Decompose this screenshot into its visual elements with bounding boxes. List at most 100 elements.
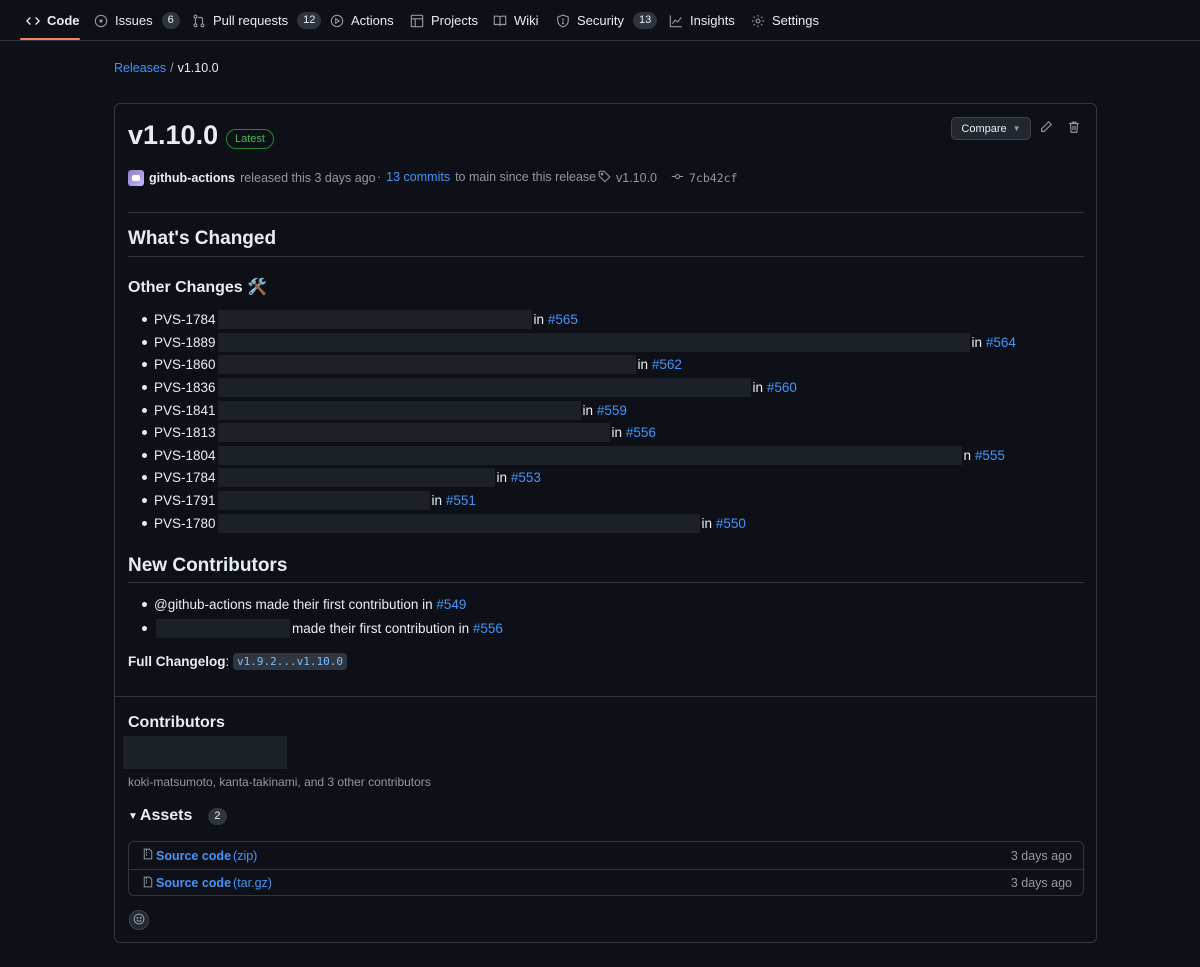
redacted-text [217, 401, 581, 420]
list-item: PVS-1784 in #565 [142, 310, 578, 329]
divider [128, 212, 1084, 213]
trash-icon [1067, 120, 1081, 137]
pr-link[interactable]: #549 [436, 597, 466, 612]
pr-link[interactable]: #560 [767, 380, 797, 395]
whats-changed-heading: What's Changed [128, 228, 277, 249]
release-commit[interactable]: 7cb42cf [671, 170, 737, 186]
breadcrumb-current: v1.10.0 [177, 61, 219, 75]
contributors-summary: koki-matsumoto, kanta-takinami, and 3 ot… [128, 775, 431, 789]
list-item: PVS-1813 in #556 [142, 423, 656, 442]
file-zip-icon [142, 848, 154, 863]
compare-button[interactable]: Compare ▼ [951, 117, 1031, 140]
add-reaction-button[interactable] [129, 910, 149, 930]
tab-insights[interactable]: Insights [669, 0, 735, 41]
gear-icon [751, 14, 765, 28]
other-changes-heading: Other Changes 🛠️ [128, 279, 268, 296]
assets-list: Source code (zip) 3 days ago Source code… [128, 841, 1084, 896]
redacted-text [156, 619, 290, 638]
pulls-counter: 12 [297, 12, 322, 29]
latest-badge: Latest [226, 129, 274, 149]
book-icon [493, 14, 507, 28]
tab-settings[interactable]: Settings [751, 0, 819, 41]
repo-nav: Code Issues 6 Pull requests 12 Actions P… [0, 0, 1200, 41]
list-item: PVS-1804 n #555 [142, 446, 1005, 465]
pr-link[interactable]: #564 [986, 335, 1016, 350]
pr-link[interactable]: #556 [626, 425, 656, 440]
pr-link[interactable]: #555 [975, 448, 1005, 463]
contributors-heading: Contributors [128, 714, 225, 731]
security-counter: 13 [632, 12, 658, 29]
asset-row[interactable]: Source code (tar.gz) 3 days ago [129, 869, 1083, 896]
list-item: PVS-1784 in #553 [142, 468, 541, 487]
asset-row[interactable]: Source code (zip) 3 days ago [129, 842, 1083, 869]
graph-icon [669, 14, 683, 28]
avatar[interactable] [128, 170, 144, 186]
tab-security[interactable]: Security 13 [556, 0, 658, 41]
redacted-text [217, 491, 430, 510]
full-changelog-link[interactable]: v1.9.2...v1.10.0 [233, 653, 347, 670]
divider [128, 256, 1084, 257]
chevron-down-icon: ▼ [1012, 124, 1021, 133]
divider [115, 696, 1096, 697]
list-item: PVS-1780 in #550 [142, 514, 746, 533]
play-icon [330, 14, 344, 28]
asset-date: 3 days ago [1010, 848, 1072, 863]
edit-release-button[interactable] [1038, 120, 1054, 136]
code-icon [26, 14, 40, 28]
tab-pull-requests[interactable]: Pull requests 12 [192, 0, 322, 41]
list-item: PVS-1791 in #551 [142, 491, 476, 510]
pr-link[interactable]: #565 [548, 312, 578, 327]
smiley-icon [133, 913, 145, 928]
pr-link[interactable]: #553 [511, 470, 541, 485]
assets-toggle[interactable]: ▼ Assets 2 [128, 807, 227, 825]
shield-icon [556, 13, 570, 28]
release-author[interactable]: github-actions [149, 171, 235, 185]
breadcrumb-releases-link[interactable]: Releases [114, 61, 166, 75]
release-card: v1.10.0 Latest Compare ▼ github-actions … [114, 103, 1097, 943]
asset-date: 3 days ago [1010, 876, 1072, 890]
redacted-text [217, 468, 495, 487]
pr-link[interactable]: #556 [473, 621, 503, 636]
tab-projects[interactable]: Projects [410, 0, 478, 41]
asset-name[interactable]: Source code [156, 876, 231, 890]
delete-release-button[interactable] [1066, 120, 1082, 136]
tab-actions[interactable]: Actions [330, 0, 394, 41]
redacted-text [217, 514, 700, 533]
git-commit-icon [671, 170, 684, 186]
issues-counter: 6 [161, 12, 180, 29]
issue-opened-icon [94, 14, 108, 28]
asset-name[interactable]: Source code [156, 849, 231, 863]
new-contributors-heading: New Contributors [128, 555, 288, 576]
pr-link[interactable]: #550 [716, 516, 746, 531]
tab-wiki[interactable]: Wiki [493, 0, 539, 41]
assets-counter: 2 [208, 807, 227, 825]
tab-issues[interactable]: Issues 6 [94, 0, 180, 41]
redacted-text [217, 423, 610, 442]
redacted-text [217, 355, 636, 374]
redacted-text [217, 310, 532, 329]
divider [128, 582, 1084, 583]
pr-link[interactable]: #559 [597, 403, 627, 418]
pr-link[interactable]: #562 [652, 357, 682, 372]
full-changelog: Full Changelog: v1.9.2...v1.10.0 [128, 653, 347, 670]
redacted-text [217, 333, 970, 352]
release-title: v1.10.0 [128, 120, 219, 150]
contributor-avatars-redacted [123, 736, 287, 769]
tag-icon [598, 170, 611, 186]
tab-code[interactable]: Code [26, 0, 80, 41]
list-item: PVS-1860 in #562 [142, 355, 682, 374]
triangle-down-icon: ▼ [128, 810, 138, 822]
git-pull-request-icon [192, 14, 206, 28]
commits-since: · 13 commits to main since this release [377, 170, 597, 184]
list-item: PVS-1889 in #564 [142, 333, 1016, 352]
release-tag[interactable]: v1.10.0 [598, 170, 657, 186]
active-tab-underline [20, 38, 80, 40]
pencil-icon [1039, 120, 1053, 137]
redacted-text [217, 378, 751, 397]
table-icon [410, 14, 424, 28]
pr-link[interactable]: #551 [446, 493, 476, 508]
release-meta: github-actions released this 3 days ago [128, 170, 376, 186]
list-item: made their first contribution in #556 [142, 619, 503, 638]
breadcrumb: Releases / v1.10.0 [114, 61, 219, 75]
commits-link[interactable]: 13 commits [386, 170, 450, 184]
